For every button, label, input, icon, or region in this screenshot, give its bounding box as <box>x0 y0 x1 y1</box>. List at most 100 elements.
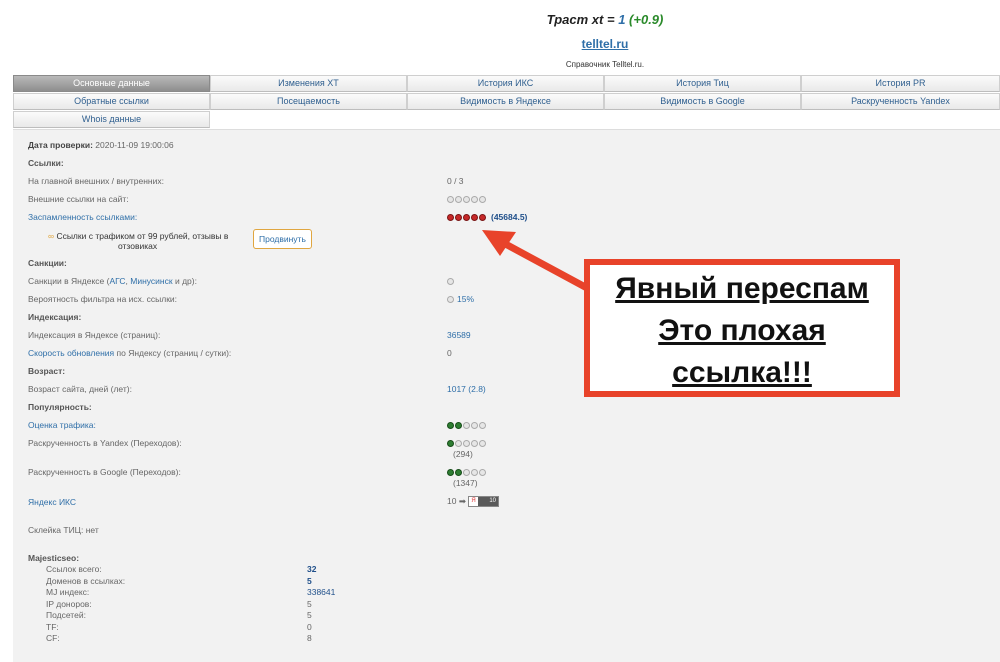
yandex-promo-rating <box>447 440 486 447</box>
tab-whois[interactable]: Whois данные <box>13 111 210 128</box>
update-speed: Скорость обновления по Яндексу (страниц … <box>28 348 231 358</box>
tab-traffic[interactable]: Посещаемость <box>210 93 407 110</box>
yandex-sanctions-prefix: Санкции в Яндексе ( <box>28 276 110 286</box>
rating-dot <box>463 196 470 203</box>
spam-link[interactable]: Заспамленность ссылками: <box>28 212 137 222</box>
spam-rating <box>447 214 486 221</box>
annotation-callout: Явный переспам Это плохая ссылка!!! <box>584 259 900 397</box>
majestic-label: Ссылок всего: <box>46 564 102 574</box>
traffic-estimate-link[interactable]: Оценка трафика: <box>28 420 96 430</box>
callout-line1: Явный переспам <box>615 272 869 305</box>
site-age-label: Возраст сайта, дней (лет): <box>28 384 132 394</box>
callout-line3: ссылка!!! <box>672 356 812 389</box>
yandex-index-label: Индексация в Яндексе (страниц): <box>28 330 161 340</box>
yandex-index-value[interactable]: 36589 <box>447 330 471 340</box>
rating-dot <box>471 469 478 476</box>
rating-dot <box>463 214 470 221</box>
rating-dot <box>479 214 486 221</box>
main-links-label: На главной внешних / внутренних: <box>28 176 164 186</box>
iks-badge: Я 10 <box>468 496 499 507</box>
site-age-value[interactable]: 1017 (2.8) <box>447 384 486 394</box>
iks-badge-value: 10 <box>489 498 496 504</box>
status-dot <box>447 296 454 303</box>
check-date-label: Дата проверки: <box>28 140 93 150</box>
arrow-right-icon: ➡ <box>458 496 466 506</box>
callout-line2: Это плохая <box>658 314 826 347</box>
tab-google-visibility[interactable]: Видимость в Google <box>604 93 801 110</box>
promo-text-line2: отзовиках <box>118 241 158 251</box>
update-speed-value: 0 <box>447 348 452 358</box>
section-indexing: Индексация: <box>28 312 82 322</box>
majestic-value[interactable]: 5 <box>307 576 335 588</box>
rating-dot <box>479 440 486 447</box>
google-promo-value: (1347) <box>453 478 478 488</box>
section-majestic: Majesticseo: <box>28 553 80 563</box>
site-link[interactable]: telltel.ru <box>0 37 1000 51</box>
majestic-value: 338641 <box>307 587 336 597</box>
rating-dot <box>447 440 454 447</box>
section-popularity: Популярность: <box>28 402 92 412</box>
yandex-sanctions: Санкции в Яндексе (АГС, Минусинск и др): <box>28 276 197 286</box>
rating-dot <box>479 422 486 429</box>
trust-delta: (+0.9) <box>629 12 664 27</box>
tic-glue: Склейка ТИЦ: нет <box>28 525 99 535</box>
section-links: Ссылки: <box>28 158 64 168</box>
tab-basic-data[interactable]: Основные данные <box>13 75 210 92</box>
update-speed-suffix: по Яндексу (страниц / сутки): <box>114 348 232 358</box>
rating-dot <box>455 440 462 447</box>
rating-dot <box>479 469 486 476</box>
majestic-value: 8 <box>307 633 312 643</box>
rating-dot <box>463 469 470 476</box>
tab-iks-history[interactable]: История ИКС <box>407 75 604 92</box>
rating-dot <box>447 196 454 203</box>
rating-dot <box>463 422 470 429</box>
tab-backlinks[interactable]: Обратные ссылки <box>13 93 210 110</box>
majestic-label: IP доноров: <box>46 598 92 609</box>
update-speed-link[interactable]: Скорость обновления <box>28 348 114 358</box>
tab-tic-history[interactable]: История Тиц <box>604 75 801 92</box>
iks-badge-logo: Я <box>469 497 478 506</box>
main-links-value: 0 / 3 <box>447 176 464 186</box>
rating-dot <box>471 422 478 429</box>
majestic-values: 32 5 338641 5 5 0 8 <box>307 564 335 645</box>
rating-dot <box>455 422 462 429</box>
yandex-iks-link[interactable]: Яндекс ИКС <box>28 497 76 507</box>
iks-number: 10 <box>447 496 457 506</box>
promote-button[interactable]: Продвинуть <box>253 229 312 249</box>
tab-yandex-promotion[interactable]: Раскрученность Yandex <box>801 93 1000 110</box>
trust-title: Траст xt = 1 (+0.9) <box>0 12 1000 27</box>
rating-dot <box>447 214 454 221</box>
majestic-label: MJ индекс: <box>46 587 90 597</box>
majestic-label: TF: <box>46 621 59 632</box>
majestic-value[interactable]: 32 <box>307 564 335 576</box>
rating-dot <box>455 469 462 476</box>
rating-dot <box>471 214 478 221</box>
external-links-label: Внешние ссылки на сайт: <box>28 194 129 204</box>
external-links-rating <box>447 196 486 203</box>
rating-dot <box>471 440 478 447</box>
yandex-promo-label: Раскрученность в Yandex (Переходов): <box>28 438 182 448</box>
majestic-value: 5 <box>307 598 312 609</box>
minusinsk-link[interactable]: Минусинск <box>130 276 172 286</box>
sanctions-indicator <box>447 278 454 285</box>
majestic-value: 5 <box>307 610 312 620</box>
tab-xt-changes[interactable]: Изменения XT <box>210 75 407 92</box>
yandex-promo-value: (294) <box>453 449 473 459</box>
tab-pr-history[interactable]: История PR <box>801 75 1000 92</box>
google-promo-rating <box>447 469 486 476</box>
majestic-label: CF: <box>46 633 60 643</box>
rating-dot <box>471 196 478 203</box>
infinity-icon: ∞ <box>48 231 55 241</box>
section-sanctions: Санкции: <box>28 258 67 268</box>
check-date: Дата проверки: 2020-11-09 19:00:06 <box>28 140 174 150</box>
ags-link[interactable]: АГС <box>109 276 125 286</box>
yandex-sanctions-suffix: и др): <box>172 276 197 286</box>
tab-yandex-visibility[interactable]: Видимость в Яндексе <box>407 93 604 110</box>
rating-dot <box>447 469 454 476</box>
status-dot <box>447 278 454 285</box>
promo-text-line1: Ссылки с трафиком от 99 рублей, отзывы в <box>56 231 229 241</box>
filter-prob-label: Вероятность фильтра на исх. ссылки: <box>28 294 178 304</box>
trust-value: 1 <box>618 12 626 27</box>
majestic-label: Подсетей: <box>46 610 86 620</box>
rating-dot <box>463 440 470 447</box>
